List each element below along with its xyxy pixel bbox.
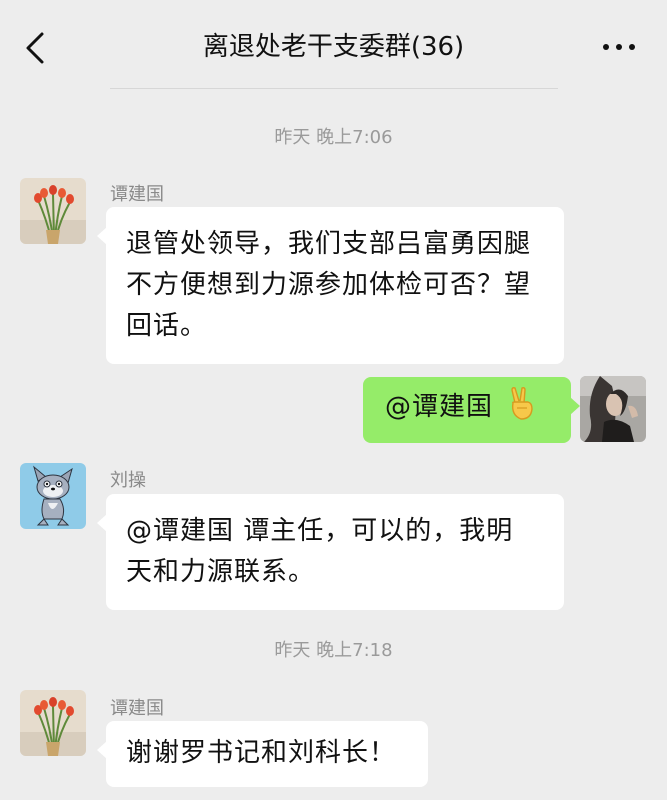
message-line: 回话。 <box>126 311 208 341</box>
message-bubble[interactable]: @谭建国 谭主任，可以的，我明 天和力源联系。 <box>97 494 564 610</box>
timestamp: 昨天 晚上7:06 <box>274 127 393 148</box>
header-divider <box>110 88 558 89</box>
victory-hand-emoji <box>511 387 533 420</box>
more-dots-icon[interactable] <box>601 42 637 52</box>
woman-photo-avatar[interactable] <box>580 376 646 442</box>
sender-name: 谭建国 <box>110 184 164 205</box>
message-line: 退管处领导，我们支部吕富勇因腿 <box>126 229 532 259</box>
chat-title: 离退处老干支委群(36) <box>202 32 465 62</box>
message-line: 不方便想到力源参加体检可否？望 <box>126 270 532 300</box>
message-line: 谢谢罗书记和刘科长！ <box>126 738 397 768</box>
timestamp: 昨天 晚上7:18 <box>274 640 393 661</box>
cartoon-cat-avatar[interactable] <box>20 463 86 529</box>
tulip-avatar[interactable] <box>20 690 86 756</box>
tulip-avatar[interactable] <box>20 178 86 244</box>
message-bubble[interactable]: 退管处领导，我们支部吕富勇因腿 不方便想到力源参加体检可否？望 回话。 <box>97 207 564 364</box>
message-bubble-self[interactable]: @谭建国 <box>363 377 580 443</box>
sender-name: 刘操 <box>110 470 146 491</box>
message-bubble[interactable]: 谢谢罗书记和刘科长！ <box>97 721 428 787</box>
message-text: @谭建国 <box>385 392 494 422</box>
chat-header: 离退处老干支委群(36) <box>0 0 667 92</box>
message-line: @谭建国 谭主任，可以的，我明 <box>126 516 514 546</box>
sender-name: 谭建国 <box>110 698 164 719</box>
message-line: 天和力源联系。 <box>126 557 316 587</box>
